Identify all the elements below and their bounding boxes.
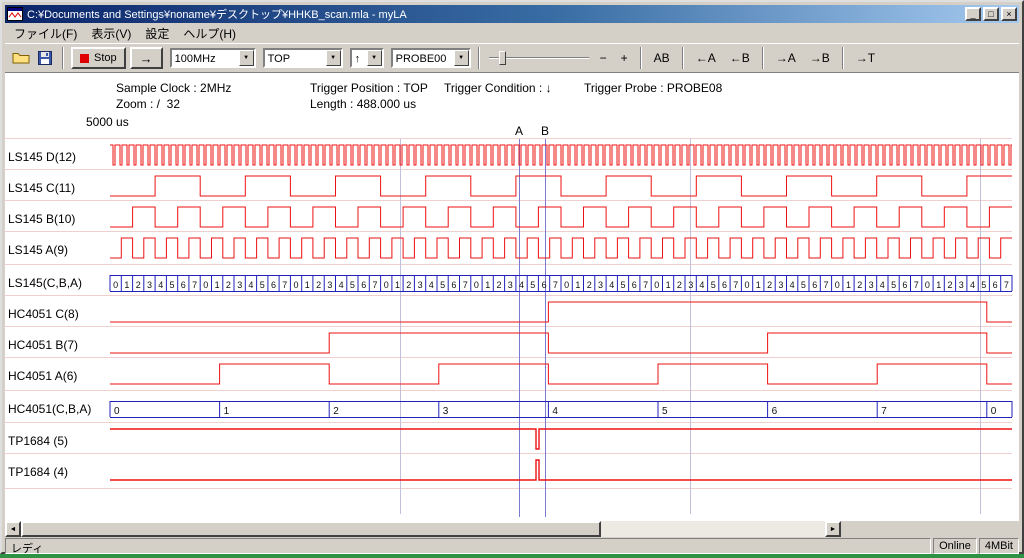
trigger-position-select[interactable]: TOP ▼: [263, 48, 343, 68]
stop-button[interactable]: Stop: [71, 47, 126, 69]
toolbar-separator: [640, 47, 642, 69]
run-button[interactable]: →: [130, 47, 163, 69]
stop-icon: [80, 54, 89, 63]
channel-label: LS145 B(10): [8, 212, 75, 226]
close-button[interactable]: ×: [1001, 7, 1017, 21]
channel-label: LS145(C,B,A): [8, 276, 82, 290]
status-ready-text: レディ: [5, 538, 931, 554]
goto-trigger-button[interactable]: →T: [851, 47, 880, 69]
ab-button[interactable]: AB: [649, 47, 675, 69]
channel-label: LS145 A(9): [8, 243, 68, 257]
goto-a-left-button[interactable]: ←A: [691, 47, 721, 69]
trigger-edge-select[interactable]: ↑ ▼: [350, 48, 384, 68]
toolbar-separator: [62, 47, 64, 69]
scroll-right-button[interactable]: ►: [825, 521, 841, 537]
channel-label: TP1684 (4): [8, 465, 68, 479]
trigger-probe-value: PROBE00: [393, 50, 454, 66]
scrollbar-thumb[interactable]: [21, 521, 601, 537]
window-title: C:¥Documents and Settings¥noname¥デスクトップ¥…: [23, 6, 963, 22]
zoom-slider[interactable]: [487, 47, 591, 69]
chevron-down-icon[interactable]: ▼: [326, 50, 341, 66]
zoom-out-button[interactable]: −: [595, 47, 612, 69]
trigger-position-info: Trigger Position : TOP: [310, 81, 428, 95]
goto-a-right-button[interactable]: →A: [771, 47, 801, 69]
channel-label: LS145 C(11): [8, 181, 75, 195]
sample-clock-value: 100MHz: [172, 50, 239, 66]
chevron-down-icon[interactable]: ▼: [239, 50, 254, 66]
scrollbar-track[interactable]: [21, 521, 825, 537]
maximize-button[interactable]: □: [983, 7, 999, 21]
status-memory-badge: 4MBit: [979, 538, 1019, 554]
zoom-info: Zoom : / 32: [116, 97, 180, 111]
goto-b-right-button[interactable]: →B: [805, 47, 835, 69]
menu-file[interactable]: ファイル(F): [7, 23, 84, 44]
horizontal-scrollbar[interactable]: ◄ ►: [5, 521, 841, 537]
toolbar-separator: [478, 47, 480, 69]
toolbar-separator: [682, 47, 684, 69]
scroll-left-button[interactable]: ◄: [5, 521, 21, 537]
menu-view[interactable]: 表示(V): [84, 23, 138, 44]
menu-settings[interactable]: 設定: [138, 23, 176, 44]
toolbar-separator: [842, 47, 844, 69]
minimize-button[interactable]: _: [965, 7, 981, 21]
statusbar: レディ Online 4MBit: [5, 538, 1019, 554]
sample-clock-info: Sample Clock : 2MHz: [116, 81, 231, 95]
trigger-probe-info: Trigger Probe : PROBE08: [584, 81, 722, 95]
trigger-probe-select[interactable]: PROBE00 ▼: [391, 48, 471, 68]
channel-label: HC4051 C(8): [8, 307, 79, 321]
channel-label: HC4051 B(7): [8, 338, 78, 352]
menu-help[interactable]: ヘルプ(H): [176, 23, 243, 44]
waveform-panel: [5, 73, 1019, 521]
zoom-slider-thumb[interactable]: [499, 51, 506, 65]
menubar: ファイル(F) 表示(V) 設定 ヘルプ(H): [5, 23, 1019, 43]
status-online-badge: Online: [933, 538, 977, 554]
channel-label: HC4051 A(6): [8, 369, 77, 383]
chevron-down-icon[interactable]: ▼: [454, 50, 469, 66]
channel-label: HC4051(C,B,A): [8, 402, 91, 416]
toolbar: Stop → 100MHz ▼ TOP ▼ ↑ ▼ PROBE00 ▼ − + …: [5, 43, 1019, 73]
titlebar: C:¥Documents and Settings¥noname¥デスクトップ¥…: [5, 5, 1019, 23]
app-window: C:¥Documents and Settings¥noname¥デスクトップ¥…: [0, 0, 1024, 554]
open-file-button[interactable]: [11, 50, 31, 66]
channel-label: LS145 D(12): [8, 150, 76, 164]
zoom-in-button[interactable]: +: [616, 47, 633, 69]
stop-label: Stop: [94, 52, 117, 64]
trigger-condition-info: Trigger Condition : ↓: [444, 81, 552, 95]
trigger-position-value: TOP: [265, 50, 326, 66]
time-division-label: 5000 us: [86, 115, 129, 129]
app-icon: [7, 7, 23, 21]
save-file-button[interactable]: [35, 50, 55, 66]
goto-b-left-button[interactable]: ←B: [725, 47, 755, 69]
toolbar-separator: [762, 47, 764, 69]
trigger-edge-value: ↑: [352, 50, 367, 66]
sample-clock-select[interactable]: 100MHz ▼: [170, 48, 256, 68]
channel-label: TP1684 (5): [8, 434, 68, 448]
chevron-down-icon[interactable]: ▼: [367, 50, 382, 66]
length-info: Length : 488.000 us: [310, 97, 416, 111]
